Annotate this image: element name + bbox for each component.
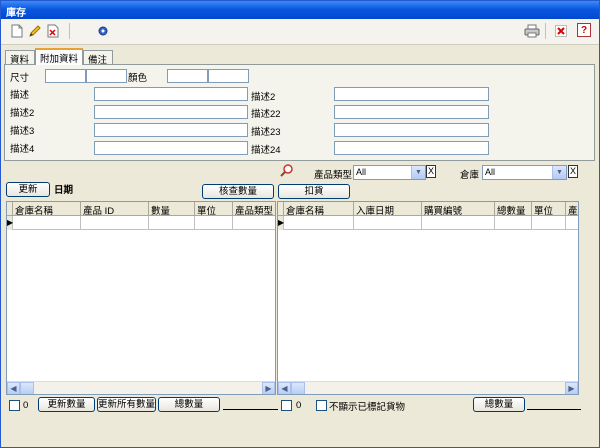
size-field-2[interactable] (86, 69, 127, 83)
category-clear-button[interactable]: X (426, 165, 436, 178)
col-header-warehouse[interactable]: 倉庫名稱 (13, 202, 81, 216)
desc24-label: 描述24 (251, 145, 281, 156)
col-header-product[interactable]: 產 (566, 202, 578, 216)
table-row[interactable]: ▶ (7, 216, 275, 230)
tab-notes[interactable]: 備注 (83, 50, 113, 66)
desc22-field[interactable] (334, 105, 489, 119)
update-qty-button[interactable]: 更新數量 (38, 397, 95, 412)
desc-label: 描述 (10, 90, 30, 101)
inventory-grid[interactable]: 倉庫名稱 產品 ID 數量 單位 產品類型 ▶ ◀ ▶ (6, 201, 276, 395)
warehouse-value: All (485, 167, 496, 177)
select-all-checkbox[interactable] (9, 400, 20, 411)
hide-marked-checkbox[interactable] (316, 400, 327, 411)
color-field-2[interactable] (208, 69, 249, 83)
chevron-down-icon[interactable]: ▼ (552, 166, 566, 179)
desc3-label: 描述3 (10, 126, 35, 137)
print-icon[interactable] (524, 23, 540, 39)
size-field-1[interactable] (45, 69, 86, 83)
new-icon[interactable] (9, 23, 25, 39)
col-header-unit[interactable]: 單位 (195, 202, 233, 216)
col-header-product-id[interactable]: 產品 ID (81, 202, 149, 216)
deduct-button[interactable]: 扣貨 (278, 184, 350, 199)
right-select-checkbox[interactable] (281, 400, 292, 411)
right-total-value (527, 409, 581, 410)
search-icon[interactable] (280, 163, 294, 180)
desc23-field[interactable] (334, 123, 489, 137)
col-header-total-qty[interactable]: 總數量 (495, 202, 532, 216)
warehouse-label: 倉庫 (460, 170, 480, 181)
col-header-stock-in-date[interactable]: 入庫日期 (354, 202, 422, 216)
tab-extra-data[interactable]: 附加資料 (35, 48, 83, 65)
color-field-1[interactable] (167, 69, 208, 83)
warehouse-select[interactable]: All ▼ (482, 165, 567, 180)
right-total-qty-button[interactable]: 總數量 (473, 397, 525, 412)
scroll-thumb[interactable] (291, 382, 305, 394)
scroll-right-icon[interactable]: ▶ (262, 382, 275, 394)
desc2b-label: 描述2 (251, 92, 276, 103)
horizontal-scrollbar[interactable]: ◀ ▶ (7, 381, 275, 394)
chevron-down-icon[interactable]: ▼ (411, 166, 425, 179)
category-label: 產品類型 (314, 170, 353, 181)
size-label: 尺寸 (10, 73, 30, 84)
check-qty-button[interactable]: 核查數量 (202, 184, 274, 199)
horizontal-scrollbar[interactable]: ◀ ▶ (278, 381, 578, 394)
window-title: 庫存 (1, 1, 599, 19)
edit-icon[interactable] (27, 23, 43, 39)
scroll-right-icon[interactable]: ▶ (565, 382, 578, 394)
scroll-left-icon[interactable]: ◀ (278, 382, 291, 394)
update-all-qty-button[interactable]: 更新所有數量 (97, 397, 156, 412)
tab-data[interactable]: 資料 (5, 50, 35, 66)
col-header-unit[interactable]: 單位 (532, 202, 566, 216)
desc3-field[interactable] (94, 123, 248, 137)
category-value: All (356, 167, 367, 177)
help-icon[interactable]: ? (577, 23, 591, 37)
toolbar-separator (545, 23, 546, 39)
table-row[interactable]: ▶ (278, 216, 578, 230)
left-count: 0 (23, 400, 29, 411)
grid-header: 倉庫名稱 產品 ID 數量 單位 產品類型 (7, 202, 275, 216)
category-select[interactable]: All ▼ (353, 165, 426, 180)
desc-field[interactable] (94, 87, 248, 101)
desc22-label: 描述22 (251, 109, 281, 120)
right-count: 0 (296, 400, 302, 411)
col-header-category[interactable]: 產品類型 (233, 202, 275, 216)
desc24-field[interactable] (334, 141, 489, 155)
left-total-qty-button[interactable]: 總數量 (158, 397, 220, 412)
hide-marked-label: 不顯示已標記貨物 (329, 402, 406, 413)
desc4-label: 描述4 (10, 144, 35, 155)
desc2-label: 描述2 (10, 108, 35, 119)
grid-header: 倉庫名稱 入庫日期 購買編號 總數量 單位 產 (278, 202, 578, 216)
close-icon[interactable] (553, 23, 569, 39)
toolbar-separator (69, 23, 70, 39)
col-header-warehouse[interactable]: 倉庫名稱 (284, 202, 354, 216)
warehouse-clear-button[interactable]: X (568, 165, 578, 178)
desc4-field[interactable] (94, 141, 248, 155)
left-total-value (223, 409, 278, 410)
scroll-left-icon[interactable]: ◀ (7, 382, 20, 394)
extra-data-panel: 尺寸 顏色 描述 描述2 描述3 描述4 描述2 描述22 描述23 描述24 (4, 64, 595, 161)
scroll-thumb[interactable] (20, 382, 34, 394)
toolbar: ? (1, 19, 599, 45)
update-button[interactable]: 更新 (6, 182, 50, 197)
desc2-field[interactable] (94, 105, 248, 119)
desc23-label: 描述23 (251, 127, 281, 138)
stock-in-grid[interactable]: 倉庫名稱 入庫日期 購買編號 總數量 單位 產 ▶ ◀ ▶ (277, 201, 579, 395)
date-label: 日期 (54, 185, 74, 196)
desc2b-field[interactable] (334, 87, 489, 101)
inventory-window: 庫存 ? 資料 附加資料 備注 尺寸 顏色 描述 描述2 描述3 描述4 描述2… (0, 0, 600, 448)
delete-icon[interactable] (45, 23, 61, 39)
col-header-purchase-no[interactable]: 購買編號 (422, 202, 495, 216)
col-header-quantity[interactable]: 數量 (149, 202, 195, 216)
settings-icon[interactable] (95, 23, 111, 39)
color-label: 顏色 (128, 73, 148, 84)
